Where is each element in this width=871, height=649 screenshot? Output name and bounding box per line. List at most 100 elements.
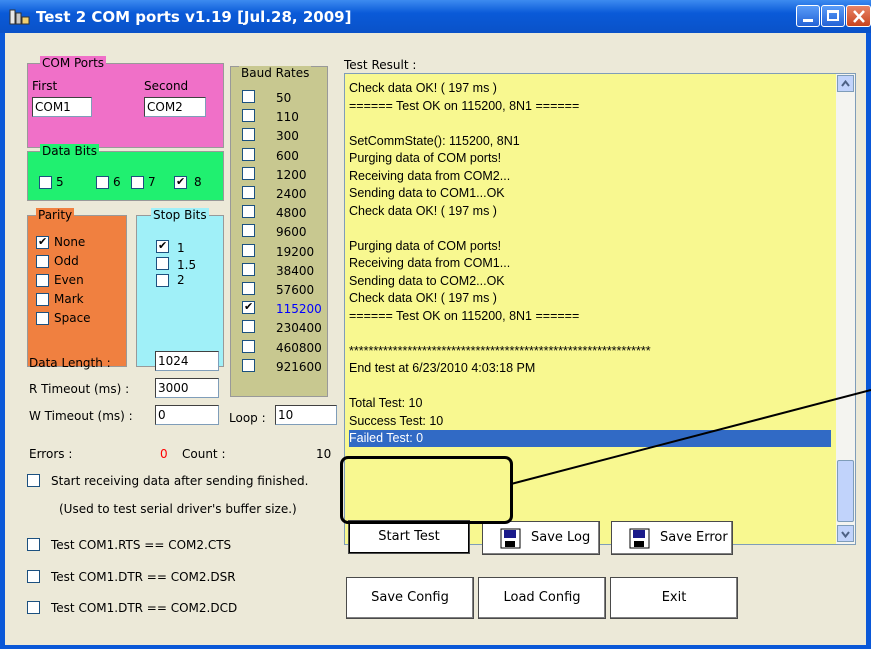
- start-test-label: Start Test: [378, 529, 440, 544]
- start-receiving-note: (Used to test serial driver's buffer siz…: [59, 502, 297, 516]
- baud-4800-label: 4800: [276, 206, 307, 221]
- result-line[interactable]: ****************************************…: [349, 343, 831, 360]
- baud-38400-checkbox[interactable]: [242, 262, 255, 276]
- start-test-button[interactable]: Start Test: [348, 520, 470, 554]
- baud-230400-label: 230400: [276, 321, 322, 336]
- baud-2400-label: 2400: [276, 187, 307, 201]
- save-error-button[interactable]: Save Error: [611, 521, 733, 555]
- baud-19200-checkbox[interactable]: [242, 243, 255, 257]
- baud-50-checkbox[interactable]: [242, 90, 255, 103]
- dtr-dsr-checkbox[interactable]: [27, 570, 40, 583]
- result-line[interactable]: Failed Test: 0: [349, 430, 831, 447]
- save-config-button[interactable]: Save Config: [346, 577, 474, 619]
- stop-bits-2-label: 2: [177, 273, 185, 287]
- data-bits-6-label: 6: [113, 175, 121, 189]
- baud-460800-checkbox[interactable]: [242, 339, 255, 353]
- parity-even-checkbox[interactable]: [36, 274, 49, 287]
- result-line[interactable]: Receiving data from COM1...: [349, 255, 831, 272]
- loop-label: Loop :: [229, 411, 266, 425]
- result-line[interactable]: End test at 6/23/2010 4:03:18 PM: [349, 360, 831, 377]
- close-button[interactable]: [846, 5, 871, 27]
- data-bits-8-checkbox[interactable]: [174, 175, 187, 189]
- result-line[interactable]: [349, 115, 831, 132]
- data-bits-label: Data Bits: [40, 144, 99, 158]
- data-length-field[interactable]: 1024: [155, 351, 219, 371]
- baud-110-checkbox[interactable]: [242, 109, 255, 123]
- baud-57600-checkbox[interactable]: [242, 282, 255, 295]
- window-title: Test 2 COM ports v1.19 [Jul.28, 2009]: [36, 8, 352, 26]
- result-line[interactable]: [349, 325, 831, 342]
- data-bits-6-checkbox[interactable]: [96, 176, 109, 189]
- baud-600-checkbox[interactable]: [242, 147, 255, 161]
- baud-1200-checkbox[interactable]: [242, 166, 255, 180]
- result-line[interactable]: Check data OK! ( 197 ms ): [349, 203, 831, 220]
- result-line[interactable]: Check data OK! ( 197 ms ): [349, 80, 831, 97]
- result-line[interactable]: Sending data to COM2...OK: [349, 273, 831, 290]
- result-line[interactable]: [349, 220, 831, 237]
- baud-2400-checkbox[interactable]: [242, 186, 255, 199]
- highlight-box: [340, 456, 513, 524]
- baud-300-checkbox[interactable]: [242, 128, 255, 142]
- result-line[interactable]: Total Test: 10: [349, 395, 831, 412]
- data-bits-5-checkbox[interactable]: [39, 176, 52, 189]
- load-config-button[interactable]: Load Config: [478, 577, 606, 619]
- exit-button[interactable]: Exit: [610, 577, 738, 619]
- parity-none-checkbox[interactable]: [36, 235, 49, 249]
- minimize-button[interactable]: [796, 5, 820, 27]
- first-port-label: First: [32, 79, 58, 93]
- data-length-label: Data Length :: [29, 356, 111, 370]
- scroll-down-button[interactable]: [837, 525, 854, 542]
- parity-odd-checkbox[interactable]: [36, 255, 49, 268]
- result-line[interactable]: Sending data to COM1...OK: [349, 185, 831, 202]
- stop-bits-group: Stop Bits 1 1.5 2: [136, 208, 224, 367]
- baud-4800-checkbox[interactable]: [242, 205, 255, 219]
- result-line[interactable]: Purging data of COM ports!: [349, 150, 831, 167]
- parity-space-checkbox[interactable]: [36, 312, 49, 325]
- stop-bits-2-checkbox[interactable]: [156, 274, 169, 287]
- data-bits-7-checkbox[interactable]: [131, 176, 144, 189]
- save-log-button[interactable]: Save Log: [482, 521, 600, 555]
- data-bits-5-label: 5: [56, 175, 64, 189]
- stop-bits-1-5-checkbox[interactable]: [156, 257, 169, 270]
- baud-600-label: 600: [276, 148, 299, 163]
- scroll-thumb[interactable]: [837, 460, 854, 522]
- baud-921600-checkbox[interactable]: [242, 358, 255, 372]
- count-label: Count :: [182, 447, 226, 461]
- com-ports-label: COM Ports: [40, 56, 107, 70]
- dtr-dcd-checkbox[interactable]: [27, 601, 40, 614]
- parity-even-label: Even: [54, 273, 84, 287]
- w-timeout-field[interactable]: 0: [155, 405, 219, 425]
- result-line[interactable]: Check data OK! ( 197 ms ): [349, 290, 831, 307]
- load-config-label: Load Config: [503, 590, 581, 605]
- stop-bits-1-checkbox[interactable]: [156, 239, 169, 253]
- baud-9600-checkbox[interactable]: [242, 224, 255, 238]
- result-line[interactable]: Receiving data from COM2...: [349, 168, 831, 185]
- scroll-up-button[interactable]: [837, 75, 854, 92]
- rts-cts-checkbox[interactable]: [27, 538, 40, 551]
- second-port-field[interactable]: COM2: [144, 97, 206, 117]
- baud-230400-checkbox[interactable]: [242, 320, 255, 334]
- loop-field[interactable]: 10: [275, 405, 337, 425]
- scrollbar[interactable]: [836, 74, 855, 544]
- dtr-dcd-label: Test COM1.DTR == COM2.DCD: [51, 601, 238, 615]
- baud-9600-label: 9600: [276, 225, 307, 240]
- save-config-label: Save Config: [371, 590, 449, 605]
- floppy-icon: [629, 528, 650, 549]
- title-bar[interactable]: Test 2 COM ports v1.19 [Jul.28, 2009]: [0, 0, 871, 33]
- result-line[interactable]: SetCommState(): 115200, 8N1: [349, 133, 831, 150]
- start-receiving-checkbox[interactable]: [27, 474, 40, 487]
- result-line[interactable]: ====== Test OK on 115200, 8N1 ======: [349, 98, 831, 115]
- client-area: COM Ports First Second COM1 COM2 Data Bi…: [5, 33, 866, 645]
- first-port-field[interactable]: COM1: [32, 97, 92, 117]
- baud-38400-label: 38400: [276, 263, 315, 278]
- baud-115200-checkbox[interactable]: [242, 300, 255, 315]
- maximize-button[interactable]: [821, 5, 845, 27]
- result-line[interactable]: ====== Test OK on 115200, 8N1 ======: [349, 308, 831, 325]
- r-timeout-field[interactable]: 3000: [155, 378, 219, 398]
- result-line[interactable]: [349, 378, 831, 395]
- exit-label: Exit: [661, 590, 687, 605]
- result-line[interactable]: Success Test: 10: [349, 413, 831, 430]
- result-line[interactable]: Purging data of COM ports!: [349, 238, 831, 255]
- scroll-up-icon: [841, 80, 850, 87]
- parity-mark-checkbox[interactable]: [36, 293, 49, 306]
